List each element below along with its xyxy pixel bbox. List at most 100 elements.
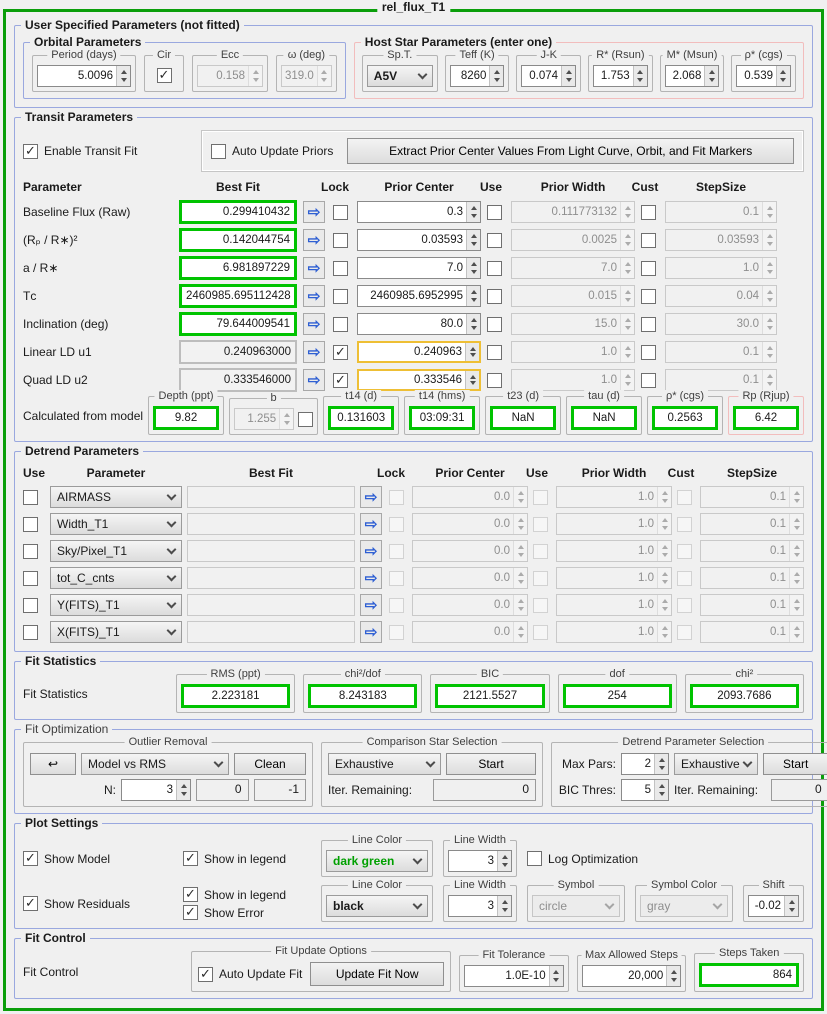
lock-checkbox[interactable] [333,260,348,276]
use-detrend-checkbox[interactable] [23,489,38,505]
detrend-start-button[interactable]: Start [762,753,827,775]
prior-center-input[interactable]: 0.333546 [357,369,481,391]
log-optimization[interactable]: Log Optimization [527,851,638,866]
step-size-input[interactable]: 0.1 [700,567,804,589]
spinner-buttons[interactable] [657,487,671,507]
copy-arrow-button[interactable]: ⇨ [360,567,382,589]
outlier-method-dropdown[interactable]: Model vs RMS [81,753,229,775]
spinner-buttons[interactable] [784,896,798,916]
spinner-buttons[interactable] [513,514,527,534]
model-show-in-legend[interactable]: Show in legend [183,850,311,866]
residuals-show-in-legend[interactable]: Show in legend [183,886,311,902]
copy-arrow-button[interactable]: ⇨ [303,201,325,223]
spinner-buttons[interactable] [316,66,331,86]
spinner-buttons[interactable] [466,202,480,222]
lock-checkbox[interactable] [333,316,348,332]
shift-input[interactable]: -0.02 [748,895,799,917]
spinner-buttons[interactable] [466,286,480,306]
use-checkbox[interactable] [487,344,502,360]
fit-tolerance-input[interactable]: 1.0E-10 [464,965,564,987]
detrend-method-dropdown[interactable]: Exhaustive [674,753,758,775]
copy-arrow-button[interactable]: ⇨ [303,341,325,363]
n-input[interactable]: 3 [121,779,191,801]
spinner-buttons[interactable] [513,541,527,561]
cust-checkbox[interactable] [641,344,656,360]
use-checkbox[interactable] [487,288,502,304]
spinner-buttons[interactable] [548,966,563,986]
auto-update-fit[interactable]: Auto Update Fit [198,966,302,982]
detrend-param-dropdown[interactable]: AIRMASS [50,486,182,508]
copy-arrow-button[interactable]: ⇨ [303,229,325,251]
model-line-width-input[interactable]: 3 [448,850,512,872]
prior-center-input[interactable]: 0.0 [412,621,528,643]
auto-update-fit-checkbox[interactable] [198,966,213,982]
detrend-param-dropdown[interactable]: Sky/Pixel_T1 [50,540,182,562]
prior-width-input[interactable]: 1.0 [556,513,672,535]
use-detrend-checkbox[interactable] [23,624,38,640]
prior-width-input[interactable]: 15.0 [511,313,635,335]
spinner-buttons[interactable] [620,342,634,362]
step-size-input[interactable]: 0.03593 [665,229,777,251]
step-size-input[interactable]: 0.1 [700,486,804,508]
step-size-input[interactable]: 0.1 [700,594,804,616]
detrend-param-dropdown[interactable]: Width_T1 [50,513,182,535]
step-size-input[interactable]: 30.0 [665,313,777,335]
spectral-type-dropdown[interactable]: A5V [366,65,433,87]
spinner-buttons[interactable] [789,487,803,507]
model-line-color-dropdown[interactable]: dark green [326,850,428,872]
prior-width-input[interactable]: 0.015 [511,285,635,307]
jk-input[interactable]: 0.074 [521,65,577,87]
prior-center-input[interactable]: 0.0 [412,567,528,589]
spinner-buttons[interactable] [466,314,480,334]
step-size-input[interactable]: 1.0 [665,257,777,279]
spinner-buttons[interactable] [497,896,511,916]
omega-input[interactable]: 319.0 [281,65,332,87]
undo-outliers-button[interactable]: ↩ [30,753,76,775]
spinner-buttons[interactable] [704,66,719,86]
prior-center-input[interactable]: 0.240963 [357,341,481,363]
enable-transit-fit[interactable]: Enable Transit Fit [23,143,193,159]
symbol-dropdown[interactable]: circle [532,895,620,917]
copy-arrow-button[interactable]: ⇨ [360,513,382,535]
residuals-line-color-dropdown[interactable]: black [326,895,428,917]
spinner-buttons[interactable] [657,622,671,642]
spinner-buttons[interactable] [654,754,668,774]
spinner-buttons[interactable] [279,409,294,429]
spinner-buttons[interactable] [775,66,790,86]
extract-priors-button[interactable]: Extract Prior Center Values From Light C… [347,138,794,164]
spinner-buttons[interactable] [789,514,803,534]
spinner-buttons[interactable] [176,780,190,800]
cust-checkbox[interactable] [641,372,656,388]
best-fit-field[interactable] [187,567,355,589]
spinner-buttons[interactable] [620,258,634,278]
spinner-buttons[interactable] [654,780,668,800]
step-size-input[interactable]: 0.1 [700,621,804,643]
best-fit-field[interactable] [187,621,355,643]
spinner-buttons[interactable] [465,343,479,361]
detrend-param-dropdown[interactable]: tot_C_cnts [50,567,182,589]
cust-checkbox[interactable] [641,316,656,332]
best-fit-field[interactable] [187,594,355,616]
prior-center-input[interactable]: 0.0 [412,540,528,562]
comp-star-start-button[interactable]: Start [446,753,536,775]
spinner-buttons[interactable] [513,622,527,642]
ecc-input[interactable]: 0.158 [197,65,263,87]
prior-width-input[interactable]: 1.0 [511,369,635,391]
use-checkbox[interactable] [487,204,502,220]
spinner-buttons[interactable] [465,371,479,389]
residuals-line-width-input[interactable]: 3 [448,895,512,917]
spinner-buttons[interactable] [762,230,776,250]
lock-checkbox[interactable] [333,204,348,220]
period-input[interactable]: 5.0096 [37,65,131,87]
prior-center-input[interactable]: 2460985.6952995 [357,285,481,307]
prior-width-input[interactable]: 1.0 [556,621,672,643]
rstar-input[interactable]: 1.753 [593,65,648,87]
log-optimization-checkbox[interactable] [527,851,542,866]
symbol-color-dropdown[interactable]: gray [640,895,728,917]
copy-arrow-button[interactable]: ⇨ [303,313,325,335]
use-detrend-checkbox[interactable] [23,597,38,613]
prior-width-input[interactable]: 1.0 [556,567,672,589]
comp-star-method-dropdown[interactable]: Exhaustive [328,753,441,775]
best-fit-field[interactable] [187,486,355,508]
spinner-buttons[interactable] [513,595,527,615]
